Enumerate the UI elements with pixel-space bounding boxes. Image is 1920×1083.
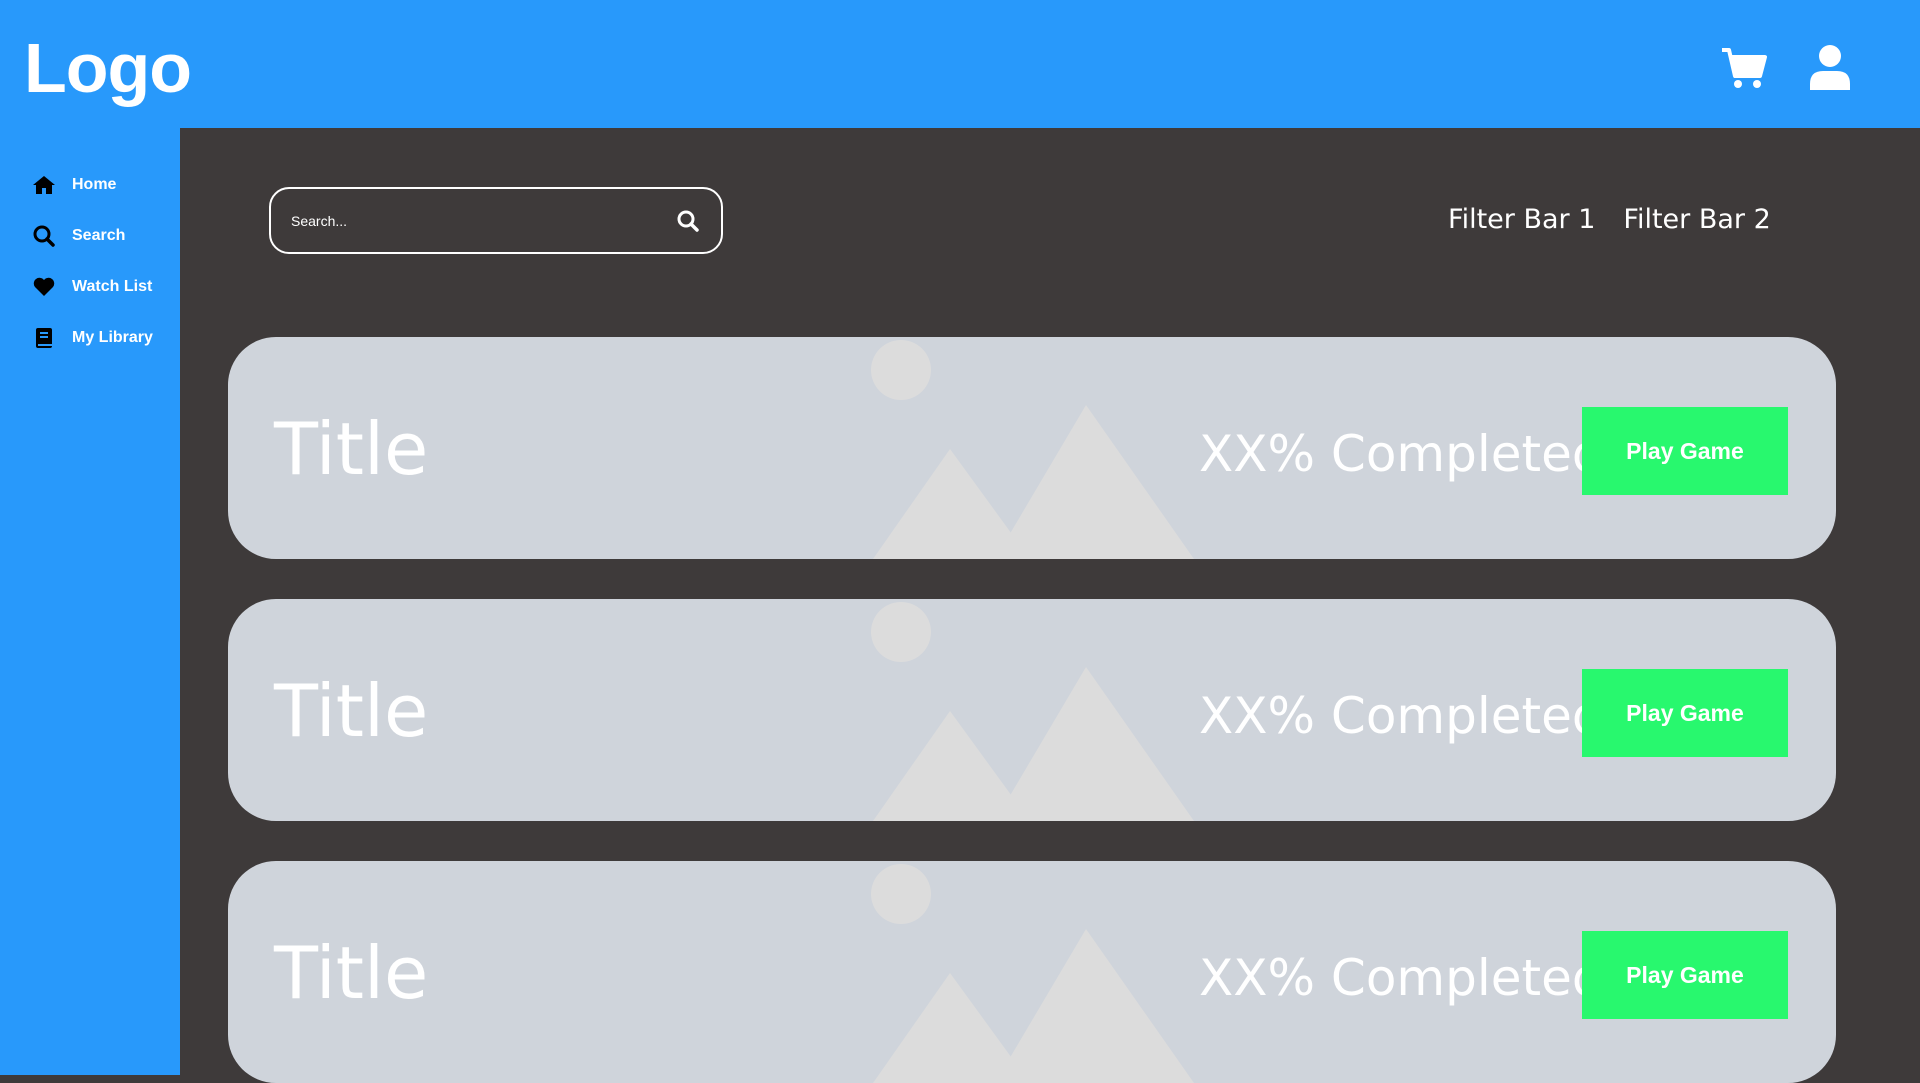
search-input[interactable] bbox=[291, 212, 675, 229]
sidebar-item-label: Watch List bbox=[72, 278, 153, 295]
sidebar-item-search[interactable]: Search bbox=[30, 219, 175, 253]
card-title: Title bbox=[274, 407, 429, 491]
home-icon bbox=[30, 173, 58, 197]
sidebar: Home Search Watch List My Library bbox=[0, 128, 180, 1075]
sidebar-item-label: Home bbox=[72, 176, 117, 193]
cart-icon[interactable] bbox=[1720, 46, 1768, 90]
sidebar-item-label: Search bbox=[72, 227, 126, 244]
user-icon[interactable] bbox=[1808, 44, 1852, 90]
card-progress: XX% Completed bbox=[1199, 687, 1604, 745]
main-content: Filter Bar 1 Filter Bar 2 Title XX% Comp… bbox=[180, 128, 1920, 1083]
sidebar-item-my-library[interactable]: My Library bbox=[30, 321, 175, 355]
play-game-button[interactable]: Play Game bbox=[1582, 407, 1788, 495]
game-card: Title XX% Completed Play Game bbox=[228, 599, 1836, 821]
search-icon[interactable] bbox=[675, 208, 701, 234]
sidebar-item-label: My Library bbox=[72, 329, 153, 346]
book-icon bbox=[30, 326, 58, 350]
sidebar-item-home[interactable]: Home bbox=[30, 168, 175, 202]
card-title: Title bbox=[274, 669, 429, 753]
search-bar bbox=[269, 187, 723, 254]
game-card: Title XX% Completed Play Game bbox=[228, 337, 1836, 559]
filter-bar-2[interactable]: Filter Bar 2 bbox=[1623, 204, 1770, 235]
top-header: Logo bbox=[0, 0, 1920, 128]
filter-bars: Filter Bar 1 Filter Bar 2 bbox=[1448, 204, 1771, 235]
play-game-button[interactable]: Play Game bbox=[1582, 669, 1788, 757]
logo[interactable]: Logo bbox=[24, 28, 192, 108]
card-progress: XX% Completed bbox=[1199, 949, 1604, 1007]
search-icon bbox=[30, 224, 58, 248]
filter-bar-1[interactable]: Filter Bar 1 bbox=[1448, 204, 1595, 235]
play-game-button[interactable]: Play Game bbox=[1582, 931, 1788, 1019]
card-progress: XX% Completed bbox=[1199, 425, 1604, 483]
sidebar-item-watch-list[interactable]: Watch List bbox=[30, 270, 175, 304]
card-title: Title bbox=[274, 931, 429, 1015]
heart-icon bbox=[30, 275, 58, 299]
game-card: Title XX% Completed Play Game bbox=[228, 861, 1836, 1083]
